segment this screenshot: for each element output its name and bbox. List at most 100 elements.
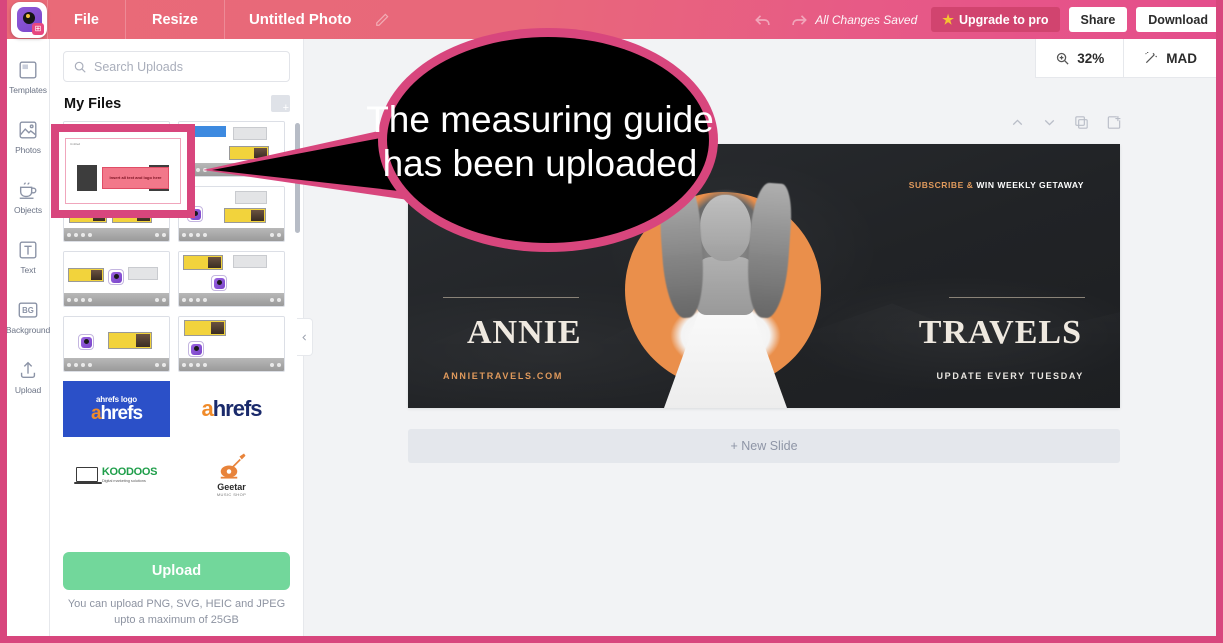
chevron-left-icon: [302, 334, 306, 340]
document-title[interactable]: Untitled Photo: [225, 0, 373, 39]
ahrefs-wordmark: ahrefs: [90, 403, 143, 424]
video-thumb: [179, 252, 284, 306]
edit-pencil-icon[interactable]: [373, 11, 391, 29]
ahrefs-blue-logo: ahrefs logo ahrefs: [63, 381, 170, 437]
thumbnail-item[interactable]: [63, 251, 170, 307]
thumbnail-item[interactable]: [178, 316, 285, 372]
rail-label-background: Background: [5, 325, 51, 335]
text-icon: [16, 237, 41, 262]
undo-redo-group: [753, 10, 809, 30]
redo-icon[interactable]: [789, 10, 809, 30]
panel-header: My Files: [50, 82, 303, 121]
panel-scrollbar[interactable]: [295, 123, 300, 233]
upgrade-to-pro-button[interactable]: ★ Upgrade to pro: [931, 7, 1060, 32]
duplicate-icon[interactable]: [1073, 114, 1090, 131]
subscribe-suffix: WIN WEEKLY GETAWAY: [973, 180, 1084, 190]
menu-file[interactable]: File: [48, 0, 125, 39]
design-canvas[interactable]: SUBSCRIBE & WIN WEEKLY GETAWAY ANNIE TRA…: [408, 144, 1120, 408]
torso-shape: [696, 257, 755, 315]
geetar-tagline: MUSIC SHOP: [216, 491, 247, 497]
add-folder-icon[interactable]: [271, 95, 290, 114]
mad-tool-button[interactable]: MAD: [1123, 39, 1216, 78]
menu-resize[interactable]: Resize: [126, 0, 224, 39]
thumbnail-item-koodoos[interactable]: KOODOOS Digital marketing solutions: [63, 446, 170, 502]
search-box[interactable]: [63, 51, 290, 82]
menu-resize-label: Resize: [151, 11, 198, 28]
mad-label: MAD: [1166, 50, 1197, 66]
logo-badge-icon: [211, 275, 227, 291]
save-status: All Changes Saved: [815, 12, 918, 27]
thumbnail-item[interactable]: [178, 251, 285, 307]
rail-item-photos[interactable]: Photos: [7, 117, 49, 155]
rail-label-upload: Upload: [14, 385, 42, 395]
rail-item-upload[interactable]: Upload: [7, 357, 49, 395]
objects-icon: [16, 177, 41, 202]
magic-wand-icon: [1145, 52, 1158, 64]
video-controls: [64, 293, 169, 306]
logo-badge-icon: [108, 269, 124, 285]
geetar-name: Geetar: [217, 481, 246, 492]
rail-label-templates: Templates: [9, 85, 47, 95]
rail-item-background[interactable]: BG Background: [5, 297, 51, 335]
thumbnail-item-ahrefs-blue[interactable]: ahrefs logo ahrefs: [63, 381, 170, 437]
rail-label-photos: Photos: [15, 145, 41, 155]
highlighted-thumbnail[interactable]: Untitled Insert all text and logo here: [51, 124, 195, 218]
thumbnail-item-ahrefs-white[interactable]: ahrefs: [178, 381, 285, 437]
logo-badge-icon: [188, 341, 204, 357]
chevron-up-icon[interactable]: [1009, 114, 1026, 131]
left-tool-rail: Templates Photos Objects Text BG Backgro…: [7, 39, 50, 636]
zoom-control[interactable]: 32%: [1035, 39, 1124, 78]
thumbnail-item[interactable]: [63, 316, 170, 372]
video-thumb: [64, 317, 169, 371]
canvas-toolbar: [1009, 114, 1123, 131]
canvas-website-text: ANNIETRAVELS.COM: [443, 371, 564, 381]
highlight-tag: Untitled: [70, 142, 81, 146]
rule-left: [443, 297, 579, 298]
upload-button[interactable]: Upload: [63, 552, 290, 591]
download-button[interactable]: Download: [1136, 7, 1216, 32]
model-photo: [638, 149, 813, 408]
koodoos-logo: KOODOOS Digital marketing solutions: [73, 466, 158, 484]
rail-item-text[interactable]: Text: [7, 237, 49, 275]
hair-left-shape: [657, 181, 707, 320]
templates-icon: [16, 57, 41, 82]
rule-right: [949, 297, 1085, 298]
share-button[interactable]: Share: [1068, 7, 1128, 32]
koodoos-tagline: Digital marketing solutions: [101, 477, 146, 483]
logo-badge-icon: [78, 334, 94, 350]
document-title-label: Untitled Photo: [248, 11, 352, 28]
rail-item-objects[interactable]: Objects: [7, 177, 49, 215]
koodoos-text: KOODOOS Digital marketing solutions: [101, 466, 158, 483]
search-icon: [74, 61, 86, 73]
rail-label-objects: Objects: [13, 205, 43, 215]
placeholder-block-left: [77, 165, 97, 191]
canvas-update-text: UPDATE EVERY TUESDAY: [936, 371, 1084, 381]
star-icon: ★: [942, 12, 954, 27]
geetar-logo: Geetar MUSIC SHOP: [217, 452, 247, 497]
subscribe-prefix: SUBSCRIBE &: [908, 180, 974, 190]
add-slide-icon[interactable]: [1105, 114, 1123, 131]
new-slide-button[interactable]: + New Slide: [408, 429, 1120, 463]
app-root: ⊞ File Resize Untitled Photo All Changes…: [0, 0, 1223, 643]
search-input[interactable]: [94, 59, 289, 74]
zoom-bar: 32% MAD: [1035, 39, 1216, 78]
guitar-icon: [220, 453, 245, 479]
video-controls: [179, 358, 284, 371]
highlight-body-text: Insert all text and logo here: [102, 167, 169, 189]
magnifier-icon: [1057, 52, 1069, 65]
rail-item-templates[interactable]: Templates: [7, 57, 49, 95]
app-logo[interactable]: ⊞: [11, 1, 47, 38]
video-controls: [64, 358, 169, 371]
new-slide-label: + New Slide: [730, 439, 798, 453]
video-thumb: [179, 317, 284, 371]
laptop-icon: [73, 466, 102, 484]
dress-shape: [664, 306, 787, 408]
editor-area: SUBSCRIBE & WIN WEEKLY GETAWAY ANNIE TRA…: [304, 39, 1216, 636]
collapse-panel-button[interactable]: [297, 318, 313, 356]
chevron-down-icon[interactable]: [1041, 114, 1058, 131]
undo-icon[interactable]: [753, 10, 773, 30]
upload-icon: [16, 357, 41, 382]
panel-title: My Files: [64, 95, 122, 112]
video-controls: [64, 228, 169, 241]
thumbnail-item-geetar[interactable]: Geetar MUSIC SHOP: [178, 446, 285, 502]
